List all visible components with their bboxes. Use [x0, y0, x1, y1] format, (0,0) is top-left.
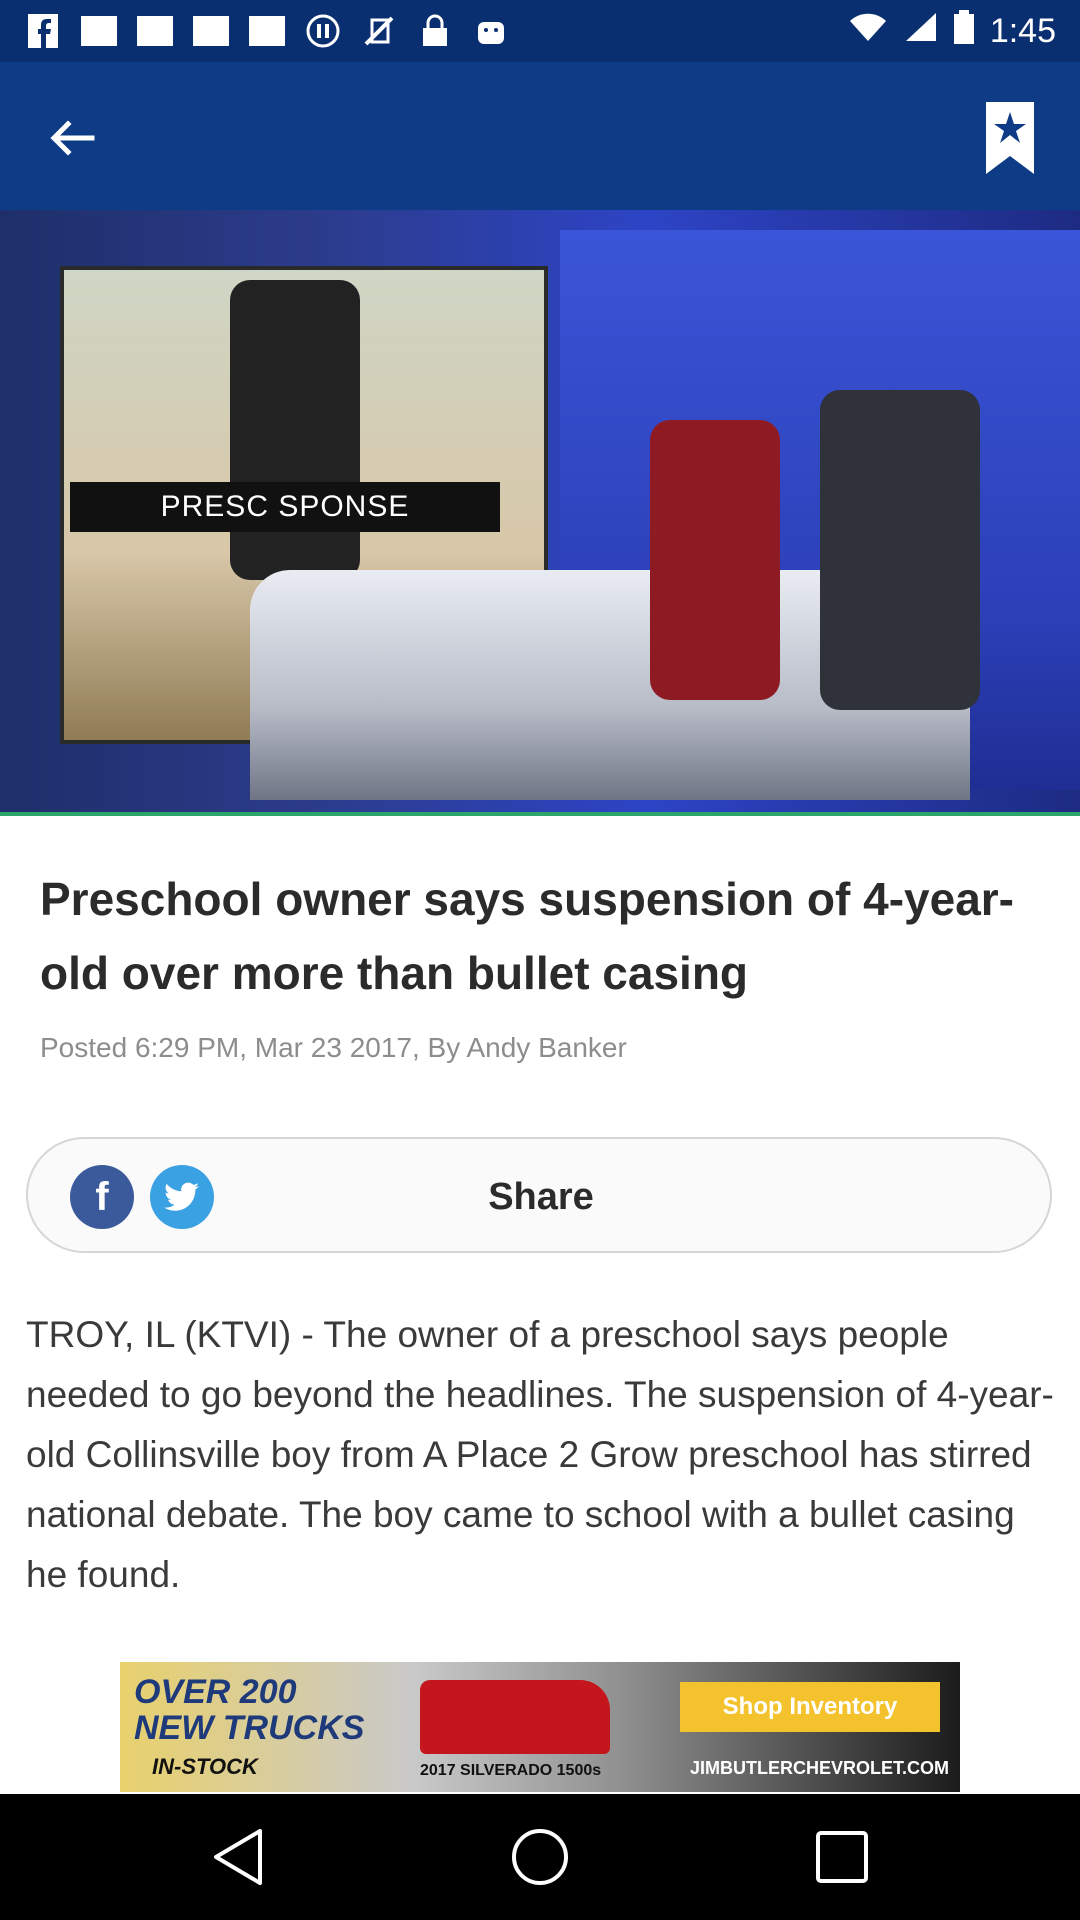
facebook-icon: f — [95, 1174, 109, 1219]
lock-icon — [416, 12, 454, 50]
no-sim-icon — [360, 12, 398, 50]
image-icon — [192, 12, 230, 50]
share-bar: Share f — [26, 1137, 1052, 1253]
image-icon — [136, 12, 174, 50]
pause-icon — [304, 12, 342, 50]
wifi-icon — [848, 11, 888, 51]
status-bar: 1:45 — [0, 0, 1080, 62]
back-button[interactable] — [40, 106, 104, 170]
twitter-icon — [164, 1182, 199, 1211]
triangle-back-icon — [214, 1829, 262, 1885]
circle-home-icon — [512, 1829, 568, 1885]
battery-icon — [953, 10, 974, 52]
facebook-share-button[interactable]: f — [70, 1165, 134, 1229]
ad-headline: OVER 200 NEW TRUCKS — [134, 1673, 365, 1747]
system-status: 1:45 — [848, 10, 1056, 52]
nav-home-button[interactable] — [508, 1825, 572, 1889]
ad-url: JIMBUTLERCHEVROLET.COM — [690, 1758, 950, 1778]
signal-icon — [904, 11, 938, 51]
notification-icons — [24, 12, 510, 50]
ad-subline: IN-STOCK — [152, 1754, 258, 1779]
square-recents-icon — [816, 1831, 868, 1883]
bookmark-star-icon — [986, 102, 1034, 174]
app-bar — [0, 62, 1080, 210]
image-icon — [80, 12, 118, 50]
android-icon — [472, 12, 510, 50]
article-byline: Posted 6:29 PM, Mar 23 2017, By Andy Ban… — [40, 1032, 627, 1063]
hero-lower-third: PRESC SPONSE — [70, 482, 500, 532]
article-headline: Preschool owner says suspension of 4-yea… — [40, 873, 1014, 999]
system-navigation-bar — [0, 1794, 1080, 1920]
image-icon — [248, 12, 286, 50]
truck-image — [420, 1680, 610, 1754]
nav-recents-button[interactable] — [810, 1825, 874, 1889]
anchor-standing — [230, 280, 360, 580]
advertisement-banner[interactable]: OVER 200 NEW TRUCKS IN-STOCK 2017 SILVER… — [120, 1662, 960, 1792]
twitter-share-button[interactable] — [150, 1165, 214, 1229]
arrow-left-icon — [50, 120, 95, 156]
article-body: TROY, IL (KTVI) - The owner of a prescho… — [26, 1314, 1054, 1595]
article-hero-image: PRESC SPONSE — [0, 210, 1080, 816]
anchor-seated-left — [650, 420, 780, 700]
nav-back-button[interactable] — [206, 1825, 270, 1889]
clock: 1:45 — [989, 11, 1056, 50]
ad-model: 2017 SILVERADO 1500s — [420, 1762, 602, 1779]
shop-inventory-button[interactable]: Shop Inventory — [680, 1682, 940, 1732]
image-progress-line — [0, 812, 1080, 816]
bookmark-button[interactable] — [984, 100, 1036, 176]
facebook-icon — [24, 12, 62, 50]
anchor-seated-right — [820, 390, 980, 710]
